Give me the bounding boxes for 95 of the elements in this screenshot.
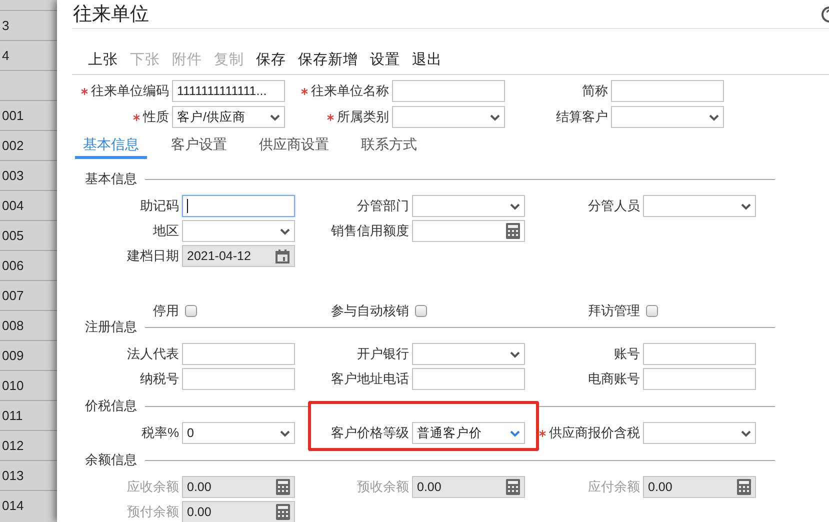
calculator-icon[interactable] [506,223,520,239]
field-label: 参与自动核销 [331,302,409,320]
chevron-down-icon [709,114,719,120]
text-field[interactable] [392,80,505,102]
tab[interactable]: 基本信息 [75,132,147,159]
text-field[interactable]: 1111111111111... [172,80,285,102]
chevron-down-icon [510,202,520,210]
select-field[interactable] [412,195,525,217]
toolbar-button[interactable]: 保存新增 [298,50,358,68]
list-cell: 001 [2,108,24,123]
amount-field[interactable] [412,220,525,242]
field-label: 供应商报价含税 [549,424,640,442]
chevron-down-icon [510,350,520,358]
field-label: 纳税号 [140,370,179,388]
field-label: 地区 [153,222,179,240]
text-field[interactable] [412,368,525,390]
select-field[interactable] [643,195,756,217]
field-label: 分管部门 [357,197,409,215]
field-label: 应付余额 [588,478,640,496]
select-field[interactable]: 客户/供应商 [172,106,285,128]
chevron-down-icon [280,228,290,234]
list-cell: 4 [2,48,10,63]
chevron-down-icon [280,430,290,436]
chevron-down-icon [510,430,520,436]
toolbar-button[interactable]: 上张 [88,50,118,68]
field-label: 开户银行 [357,345,409,363]
section-title: 基本信息 [85,170,137,188]
select-field[interactable] [611,106,724,128]
list-cell: 005 [2,228,24,243]
list-cell: 010 [2,378,24,393]
text-caret [187,199,188,213]
tab[interactable]: 联系方式 [353,132,425,159]
field-label: 应收余额 [127,478,179,496]
field-label: 账号 [614,345,640,363]
list-cell: 3 [2,18,10,33]
text-field[interactable] [182,368,295,390]
select-field[interactable] [412,343,525,365]
field-label: 往来单位编码 [91,82,169,100]
date-field[interactable]: 2021-04-12 [182,245,295,267]
toolbar-button[interactable]: 设置 [370,50,400,68]
section-title: 价税信息 [85,397,137,415]
field-label: 电商账号 [588,370,640,388]
field-label: 性质 [143,108,169,126]
toolbar-button[interactable]: 退出 [412,50,442,68]
select-field[interactable]: 普通客户价 [412,422,525,444]
list-cell: 013 [2,468,24,483]
list-cell: 002 [2,138,24,153]
field-label: 结算客户 [556,108,608,126]
field-label: 停用 [153,302,179,320]
list-cell: 011 [2,408,23,423]
text-field[interactable] [643,343,756,365]
field-label: 税率% [141,424,179,442]
field-label: 所属类别 [337,108,389,126]
field-label: 客户价格等级 [331,424,409,442]
tab[interactable]: 供应商设置 [251,132,337,159]
tab[interactable]: 客户设置 [163,132,235,159]
calendar-icon[interactable] [275,248,290,264]
text-field[interactable] [611,80,724,102]
list-cell: 012 [2,438,24,453]
toolbar-button[interactable]: 保存 [256,50,286,68]
field-label: 销售信用额度 [331,222,409,240]
select-field[interactable] [392,106,505,128]
select-field[interactable] [182,220,295,242]
chevron-down-icon [490,114,500,120]
section-title: 注册信息 [85,318,137,336]
list-cell: 003 [2,168,24,183]
select-field[interactable] [643,422,756,444]
field-label: 简称 [582,82,608,100]
field-label: 建档日期 [127,247,179,265]
list-cell: 007 [2,288,24,303]
text-field[interactable] [643,368,756,390]
field-label: 客户地址电话 [331,370,409,388]
chevron-down-icon [741,202,751,210]
checkbox[interactable] [185,305,197,317]
field-label: 预收余额 [357,478,409,496]
chevron-down-icon [270,114,280,120]
window-title: 往来单位 [72,3,149,27]
list-cell: 009 [2,348,24,363]
text-field[interactable] [182,195,295,217]
field-label: 往来单位名称 [311,82,389,100]
field-label: 法人代表 [127,345,179,363]
list-cell: 014 [2,498,24,513]
text-field[interactable] [182,343,295,365]
list-cell: 006 [2,258,24,273]
field-label: 拜访管理 [588,302,640,320]
checkbox[interactable] [415,305,427,317]
select-field[interactable]: 0 [182,422,295,444]
field-label: 分管人员 [588,197,640,215]
checkbox[interactable] [646,305,658,317]
field-label: 助记码 [140,197,179,215]
list-cell: 008 [2,318,24,333]
chevron-down-icon [741,430,751,436]
section-title: 余额信息 [85,451,137,469]
list-cell: 004 [2,198,24,213]
field-label: 预付余额 [127,503,179,521]
